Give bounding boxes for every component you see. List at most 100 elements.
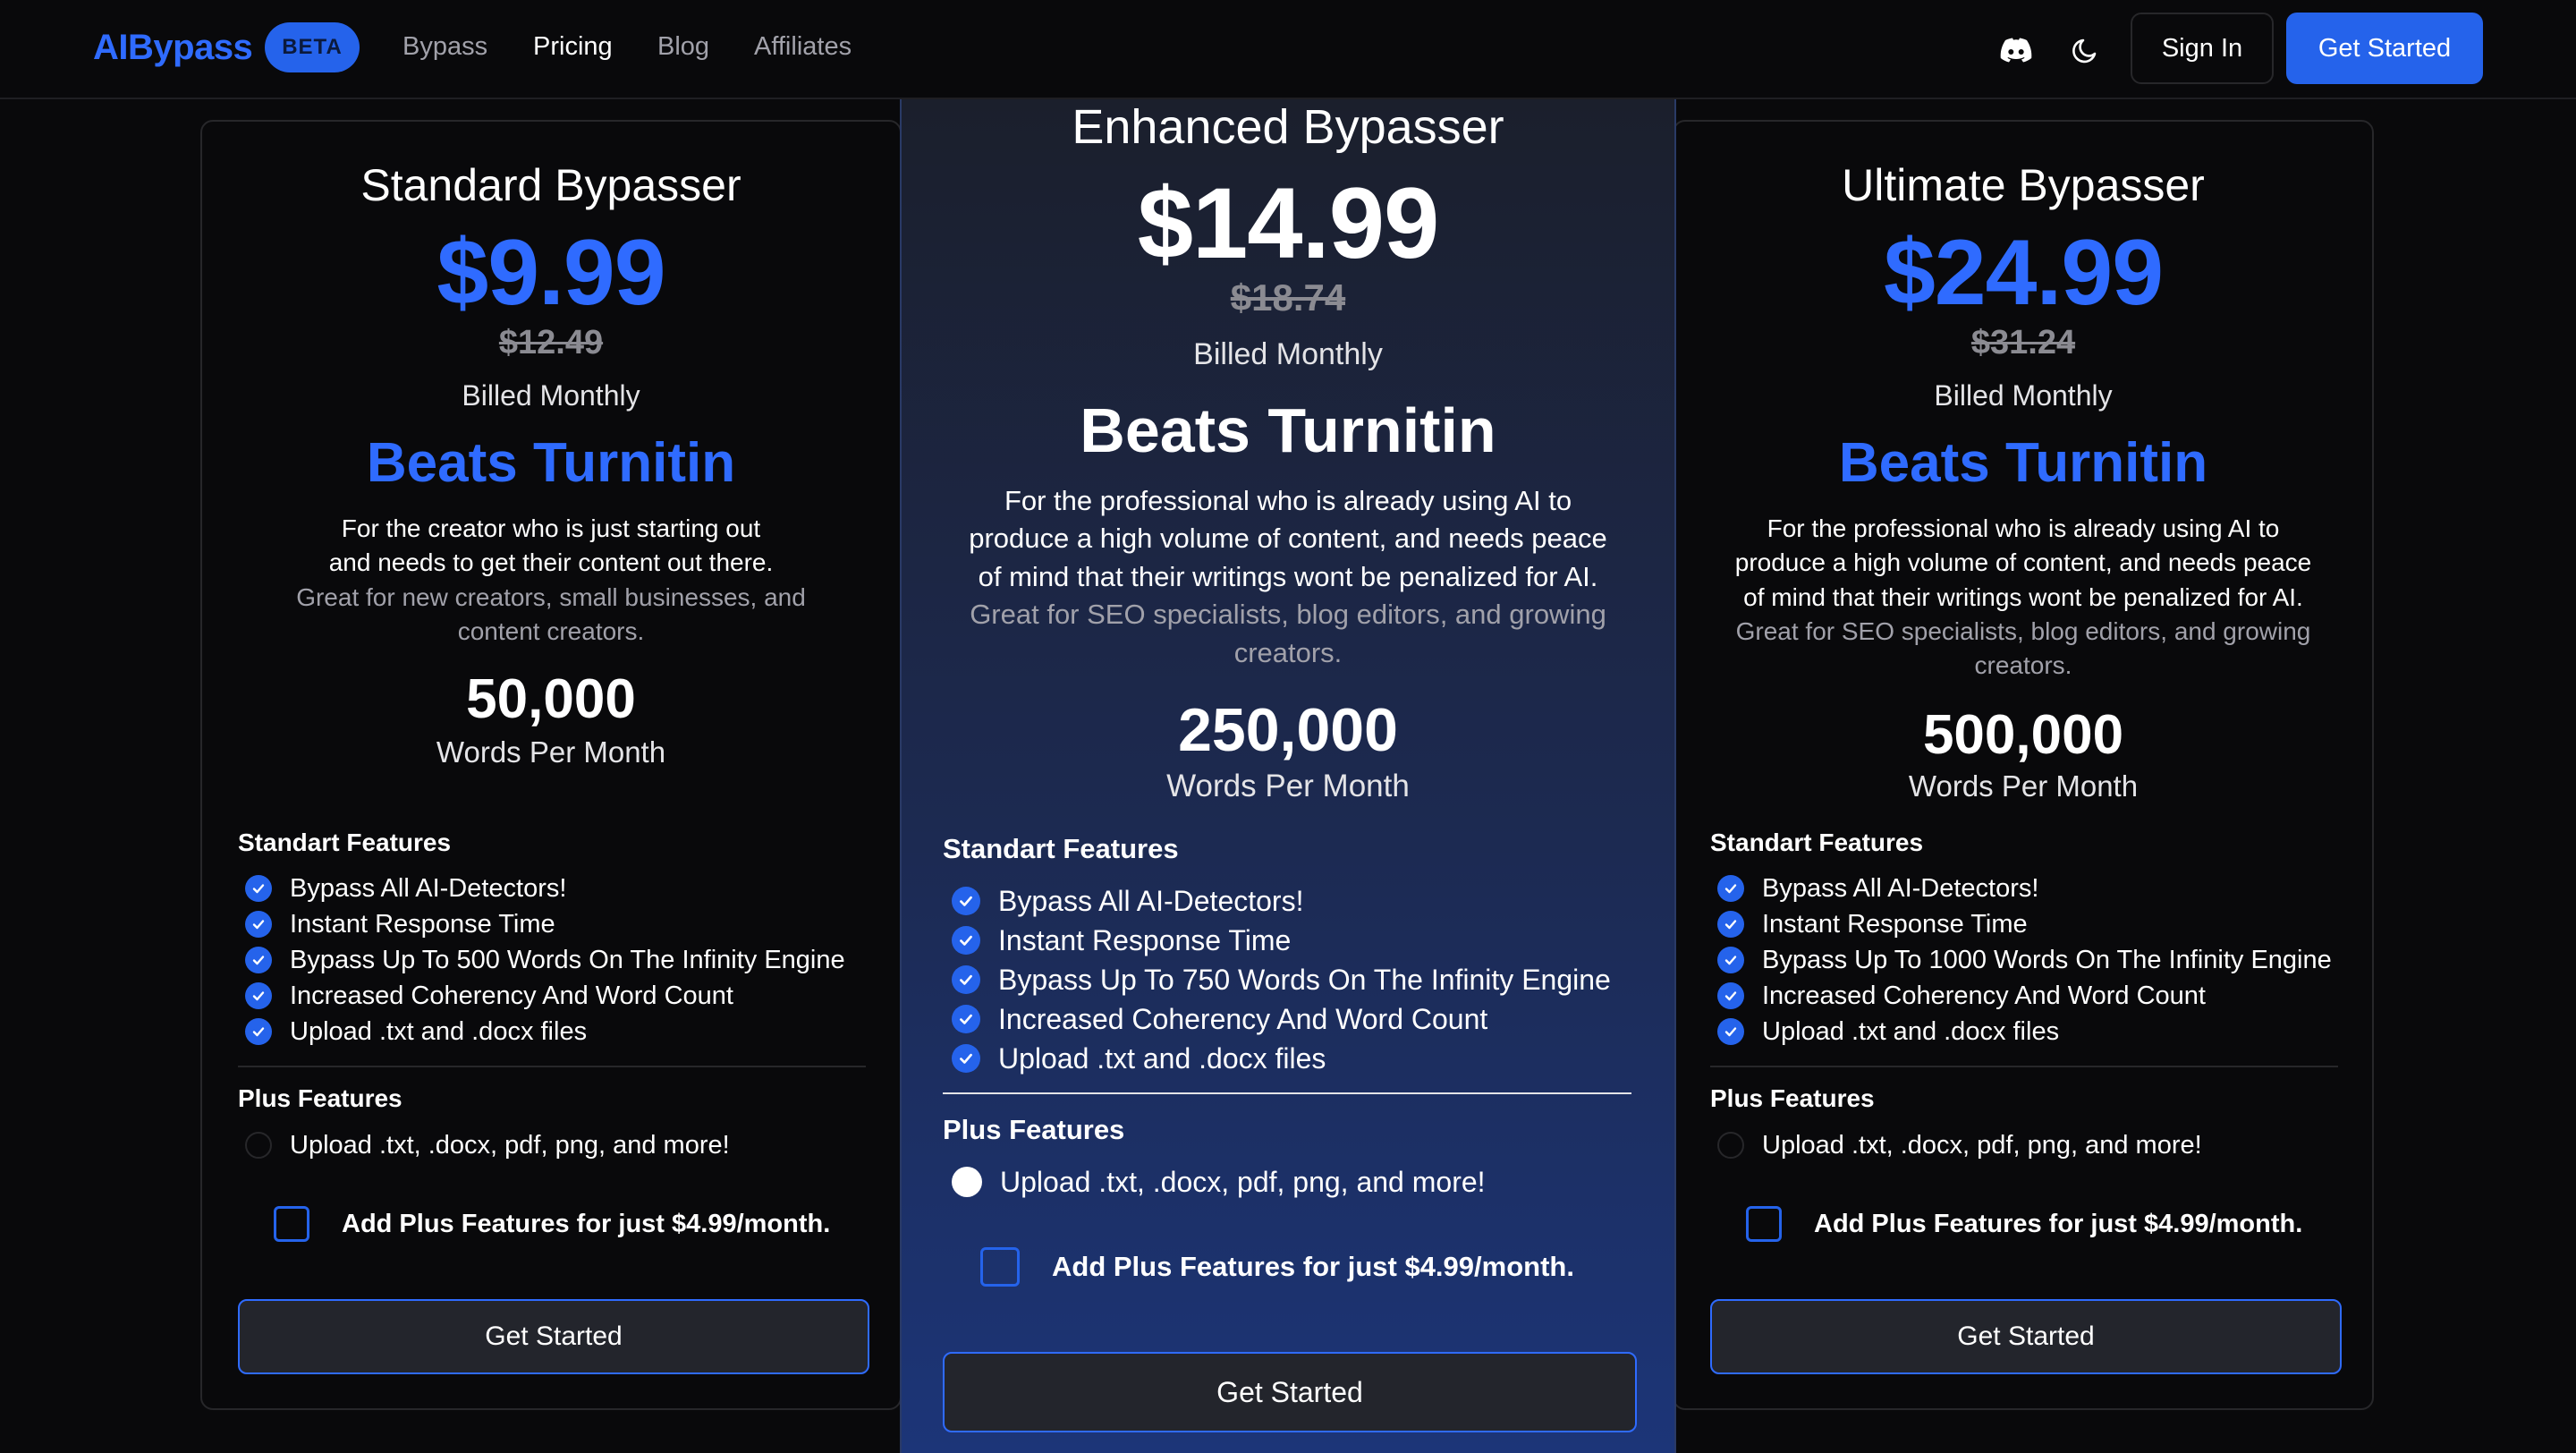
feature-item: Increased Coherency And Word Count — [1717, 978, 2332, 1014]
feature-label: Bypass All AI-Detectors! — [998, 884, 1304, 917]
brand-logo[interactable]: AIBypass — [93, 28, 253, 68]
word-limit-label: Words Per Month — [1166, 769, 1410, 803]
radio-circle-icon — [245, 1132, 272, 1159]
plus-addon-option[interactable]: Add Plus Features for just $4.99/month. — [274, 1206, 830, 1242]
sign-in-button[interactable]: Sign In — [2131, 13, 2274, 84]
radio-circle-icon — [952, 1167, 982, 1197]
feature-label: Increased Coherency And Word Count — [1762, 981, 2206, 1010]
feature-item: Bypass Up To 1000 Words On The Infinity … — [1717, 942, 2332, 978]
get-started-button[interactable]: Get Started — [943, 1352, 1637, 1432]
check-circle-icon — [245, 947, 272, 973]
plan-old-price: $18.74 — [1230, 276, 1346, 319]
description-line: produce a high volume of content, and ne… — [969, 523, 1607, 555]
feature-label: Increased Coherency And Word Count — [998, 1002, 1488, 1035]
check-circle-icon — [952, 887, 980, 915]
description-muted-line: creators. — [1233, 636, 1343, 668]
check-circle-icon — [952, 1005, 980, 1033]
standard-features-title: Standart Features — [1710, 828, 1924, 856]
nav-link-bypass[interactable]: Bypass — [402, 32, 487, 62]
nav-link-blog[interactable]: Blog — [657, 32, 709, 62]
check-circle-icon — [1717, 1018, 1744, 1045]
get-started-button[interactable]: Get Started — [1710, 1299, 2342, 1374]
top-navbar: AIBypass BETA Bypass Pricing Blog Affili… — [0, 0, 2576, 99]
word-limit: 500,000 — [1922, 704, 2124, 766]
description-muted-line: content creators. — [457, 617, 645, 646]
check-circle-icon — [1717, 982, 1744, 1009]
description-muted-line: Great for new creators, small businesses… — [296, 582, 806, 611]
check-circle-icon — [1717, 947, 1744, 973]
plus-addon-checkbox[interactable] — [274, 1206, 309, 1242]
plus-addon-label[interactable]: Add Plus Features for just $4.99/month. — [1814, 1210, 2302, 1239]
feature-label: Upload .txt, .docx, pdf, png, and more! — [1762, 1130, 2202, 1160]
plus-feature-item: Upload .txt, .docx, pdf, png, and more! — [245, 1127, 730, 1163]
beta-badge: BETA — [265, 22, 360, 72]
word-limit: 250,000 — [1178, 696, 1398, 764]
plan-description: For the professional who is already usin… — [945, 482, 1631, 672]
plan-card-ultimate: Ultimate Bypasser $24.99 $31.24 Billed M… — [1673, 120, 2374, 1410]
feature-label: Bypass Up To 1000 Words On The Infinity … — [1762, 945, 2332, 974]
feature-item: Upload .txt and .docx files — [245, 1014, 845, 1049]
feature-label: Upload .txt, .docx, pdf, png, and more! — [290, 1130, 730, 1160]
feature-label: Instant Response Time — [290, 909, 555, 939]
check-circle-icon — [1717, 911, 1744, 938]
feature-label: Bypass All AI-Detectors! — [290, 873, 567, 903]
description-muted-line: Great for SEO specialists, blog editors,… — [1735, 617, 2311, 646]
feature-item: Bypass All AI-Detectors! — [1717, 871, 2332, 906]
features-divider — [943, 1092, 1631, 1094]
check-circle-icon — [245, 1018, 272, 1045]
feature-item: Instant Response Time — [245, 906, 845, 942]
feature-item: Upload .txt and .docx files — [952, 1039, 1611, 1078]
word-limit: 50,000 — [466, 668, 636, 730]
feature-label: Upload .txt and .docx files — [290, 1016, 588, 1046]
moon-icon[interactable] — [2066, 30, 2106, 70]
word-limit-label: Words Per Month — [436, 735, 666, 769]
plus-addon-checkbox[interactable] — [1746, 1206, 1782, 1242]
discord-icon[interactable] — [1996, 30, 2036, 70]
description-line: For the creator who is just starting out — [341, 514, 761, 542]
description-muted-line: creators. — [1974, 651, 2072, 680]
plus-features-list: Upload .txt, .docx, pdf, png, and more! — [1717, 1127, 2202, 1163]
get-started-button[interactable]: Get Started — [238, 1299, 869, 1374]
plan-price: $24.99 — [1883, 221, 2164, 325]
feature-label: Bypass All AI-Detectors! — [1762, 873, 2039, 903]
features-divider — [238, 1066, 866, 1067]
plus-features-title: Plus Features — [1710, 1084, 1875, 1112]
plan-card-standard: Standard Bypasser $9.99 $12.49 Billed Mo… — [200, 120, 902, 1410]
plus-addon-label[interactable]: Add Plus Features for just $4.99/month. — [342, 1210, 830, 1239]
feature-item: Instant Response Time — [952, 921, 1611, 960]
plus-features-title: Plus Features — [943, 1114, 1125, 1145]
nav-link-pricing[interactable]: Pricing — [533, 32, 613, 62]
feature-item: Upload .txt and .docx files — [1717, 1014, 2332, 1049]
feature-label: Bypass Up To 500 Words On The Infinity E… — [290, 945, 845, 974]
feature-label: Upload .txt, .docx, pdf, png, and more! — [1000, 1165, 1486, 1198]
feature-item: Bypass Up To 750 Words On The Infinity E… — [952, 960, 1611, 999]
billing-period: Billed Monthly — [1934, 379, 2113, 412]
feature-label: Increased Coherency And Word Count — [290, 981, 733, 1010]
billing-period: Billed Monthly — [1193, 337, 1383, 371]
feature-label: Instant Response Time — [998, 923, 1292, 956]
description-line: of mind that their writings wont be pena… — [978, 560, 1598, 592]
description-line: and needs to get their content out there… — [328, 548, 774, 577]
plus-features-title: Plus Features — [238, 1084, 402, 1112]
feature-item: Bypass All AI-Detectors! — [952, 881, 1611, 921]
check-circle-icon — [952, 965, 980, 994]
radio-circle-icon — [1717, 1132, 1744, 1159]
plus-addon-option[interactable]: Add Plus Features for just $4.99/month. — [1746, 1206, 2302, 1242]
nav-link-affiliates[interactable]: Affiliates — [754, 32, 852, 62]
plan-price: $9.99 — [436, 221, 665, 325]
plan-old-price: $12.49 — [498, 324, 604, 361]
check-circle-icon — [245, 911, 272, 938]
description-muted-line: Great for SEO specialists, blog editors,… — [970, 599, 1606, 631]
plus-addon-label[interactable]: Add Plus Features for just $4.99/month. — [1052, 1251, 1574, 1283]
plan-name: Enhanced Bypasser — [1072, 100, 1504, 154]
description-line: For the professional who is already usin… — [1767, 514, 2280, 542]
get-started-nav-button[interactable]: Get Started — [2286, 13, 2483, 84]
plus-features-list: Upload .txt, .docx, pdf, png, and more! — [245, 1127, 730, 1163]
plan-name: Standard Bypasser — [360, 160, 741, 210]
feature-item: Increased Coherency And Word Count — [952, 999, 1611, 1039]
feature-item: Bypass Up To 500 Words On The Infinity E… — [245, 942, 845, 978]
plus-addon-checkbox[interactable] — [980, 1247, 1020, 1287]
feature-label: Upload .txt and .docx files — [1762, 1016, 2060, 1046]
plan-card-enhanced: Enhanced Bypasser $14.99 $18.74 Billed M… — [900, 99, 1676, 1453]
plus-addon-option[interactable]: Add Plus Features for just $4.99/month. — [980, 1247, 1574, 1287]
